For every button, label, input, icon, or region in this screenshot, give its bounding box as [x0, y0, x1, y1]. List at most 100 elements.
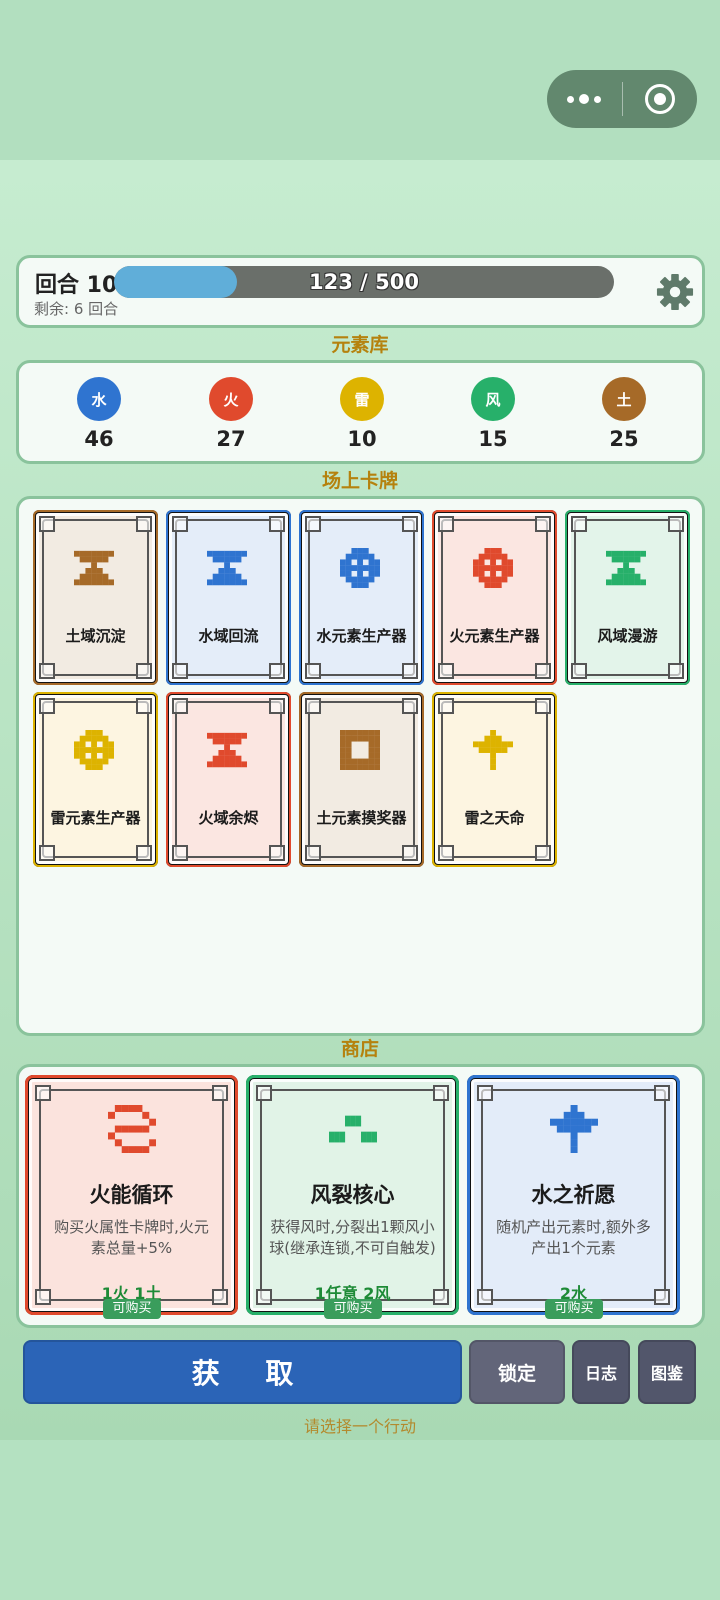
card-corner-ornament — [535, 698, 551, 714]
remaining-rounds: 剩余: 6 回合 — [34, 300, 119, 318]
shop-card-name: 风裂核心 — [310, 1183, 395, 1207]
card-corner-ornament — [438, 698, 454, 714]
element-wind-badge: 风 — [471, 377, 515, 421]
gear-icon[interactable] — [656, 273, 694, 311]
field-card[interactable]: 雷元素生产器 — [33, 692, 158, 867]
log-button[interactable]: 日志 — [572, 1340, 630, 1404]
cycle-icon — [108, 1105, 157, 1154]
shop-card-status: 可购买 — [545, 1299, 603, 1319]
card-corner-ornament — [402, 698, 418, 714]
shop-card-desc: 随机产出元素时,额外多产出1个元素 — [496, 1218, 651, 1257]
element-fire-count: 27 — [216, 427, 246, 451]
card-corner-ornament — [172, 663, 188, 679]
close-target-icon — [644, 84, 675, 114]
card-corner-ornament — [39, 663, 55, 679]
card-corner-ornament — [305, 698, 321, 714]
shop-panel: 火能循环 购买火属性卡牌时,火元素总量+5% 1火 1土 可购买 风裂核心 获得风时,分裂… — [16, 1064, 705, 1328]
field-card-name: 水元素生产器 — [316, 627, 407, 645]
card-corner-ornament — [172, 845, 188, 861]
shop-card[interactable]: 水之祈愿 随机产出元素时,额外多产出1个元素 2水 可购买 — [467, 1075, 680, 1319]
field-cards-panel: 土域沉淀 水域回流 水元素生产器 火元素生产器 风域漫游雷元素生产器 火域余烬 土元素摸奖器… — [16, 496, 705, 1036]
codex-button[interactable]: 图鉴 — [638, 1340, 696, 1404]
field-card-frame — [42, 701, 149, 858]
card-corner-ornament — [269, 516, 285, 532]
card-corner-ornament — [402, 845, 418, 861]
field-card-frame — [441, 519, 548, 676]
card-corner-ornament — [402, 516, 418, 532]
card-corner-ornament — [212, 1085, 228, 1101]
field-card[interactable]: 风域漫游 — [565, 510, 690, 685]
card-corner-ornament — [172, 698, 188, 714]
action-hint: 请选择一个行动 — [303, 1417, 416, 1436]
field-cards-title: 场上卡牌 — [321, 470, 398, 492]
field-card-frame — [175, 701, 282, 858]
hourglass-icon — [606, 548, 647, 588]
close-miniprogram-button[interactable] — [623, 70, 698, 128]
element-wind-count: 15 — [478, 427, 508, 451]
card-corner-ornament — [136, 845, 152, 861]
field-card-frame — [175, 519, 282, 676]
shop-card[interactable]: 风裂核心 获得风时,分裂出1颗风小球(继承连锁,不可自触发) 1任意 2风 可购买 — [246, 1075, 459, 1319]
element-fire: 火 27 — [201, 377, 261, 451]
field-card[interactable]: 水域回流 — [166, 510, 291, 685]
card-corner-ornament — [39, 698, 55, 714]
card-corner-ornament — [477, 1085, 493, 1101]
element-earth: 土 25 — [594, 377, 654, 451]
card-corner-ornament — [136, 516, 152, 532]
acquire-button[interactable]: 获 取 — [23, 1340, 462, 1404]
shop-title: 商店 — [340, 1038, 379, 1060]
field-card-name: 火元素生产器 — [449, 627, 540, 645]
card-corner-ornament — [256, 1085, 272, 1101]
field-card[interactable]: 土元素摸奖器 — [299, 692, 424, 867]
card-corner-ornament — [39, 516, 55, 532]
element-thunder-count: 10 — [347, 427, 377, 451]
card-corner-ornament — [571, 663, 587, 679]
hourglass-icon — [74, 548, 115, 588]
card-corner-ornament — [35, 1085, 51, 1101]
card-corner-ornament — [39, 845, 55, 861]
shop-card-name: 火能循环 — [89, 1183, 174, 1207]
card-corner-ornament — [136, 663, 152, 679]
field-card[interactable]: 火域余烬 — [166, 692, 291, 867]
shop-card-status: 可购买 — [103, 1299, 161, 1319]
progress-text: 123 / 500 — [309, 270, 419, 294]
field-card[interactable]: 雷之天命 — [432, 692, 557, 867]
field-card[interactable]: 水元素生产器 — [299, 510, 424, 685]
card-corner-ornament — [402, 663, 418, 679]
hourglass-icon — [207, 730, 248, 770]
card-corner-ornament — [668, 516, 684, 532]
shop-card-status: 可购买 — [324, 1299, 382, 1319]
card-corner-ornament — [172, 516, 188, 532]
cross-icon — [473, 730, 514, 771]
element-water-count: 46 — [84, 427, 114, 451]
card-corner-ornament — [438, 845, 454, 861]
card-corner-ornament — [535, 845, 551, 861]
element-pool-title: 元素库 — [331, 334, 389, 356]
field-card-name: 雷之天命 — [464, 809, 525, 827]
element-thunder: 雷 10 — [332, 377, 392, 451]
field-card[interactable]: 土域沉淀 — [33, 510, 158, 685]
card-corner-ornament — [269, 663, 285, 679]
shop-card-name: 水之祈愿 — [531, 1183, 616, 1207]
card-corner-ornament — [654, 1085, 670, 1101]
frame-icon — [340, 730, 381, 771]
more-button[interactable] — [547, 70, 622, 128]
lock-button[interactable]: 锁定 — [469, 1340, 565, 1404]
card-corner-ornament — [305, 516, 321, 532]
element-pool-panel: 水 46 火 27 雷 10 风 15 土 25 — [16, 360, 705, 464]
field-card-frame — [574, 519, 681, 676]
round-label: 回合 10 — [35, 273, 118, 298]
field-card-frame — [308, 519, 415, 676]
element-water-badge: 水 — [77, 377, 121, 421]
card-corner-ornament — [535, 663, 551, 679]
shop-card[interactable]: 火能循环 购买火属性卡牌时,火元素总量+5% 1火 1土 可购买 — [25, 1075, 238, 1319]
card-corner-ornament — [305, 663, 321, 679]
more-dots-icon — [567, 94, 602, 104]
field-card-frame — [308, 701, 415, 858]
field-card-name: 水域回流 — [198, 627, 259, 645]
field-card-name: 风域漫游 — [597, 627, 658, 645]
hourglass-icon — [207, 548, 248, 588]
wish-icon — [550, 1105, 599, 1154]
field-card[interactable]: 火元素生产器 — [432, 510, 557, 685]
card-corner-ornament — [433, 1085, 449, 1101]
